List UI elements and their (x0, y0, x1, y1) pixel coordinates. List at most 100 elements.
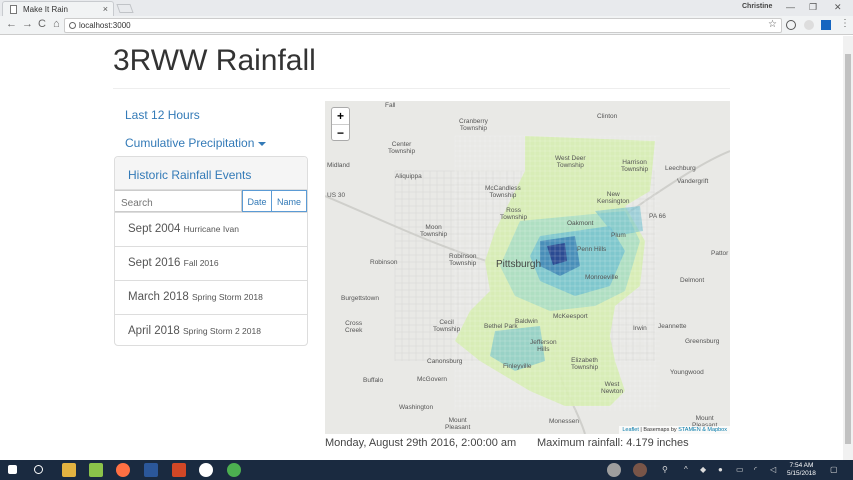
profile-name[interactable]: Christine (742, 3, 772, 10)
map-place-label: Harrison Township (621, 159, 649, 173)
map-place-label: McKeesport (553, 313, 588, 320)
powerpoint-icon[interactable] (172, 463, 186, 477)
last-12-hours-link[interactable]: Last 12 Hours (125, 108, 200, 122)
address-bar[interactable]: localhost:3000 ☆ (64, 18, 782, 33)
map-place-label: Midland (327, 162, 350, 169)
map-place-label: Washington (399, 404, 434, 411)
title-divider (113, 88, 730, 89)
map-place-label: Plum (611, 232, 626, 239)
browser-chrome: Make It Rain × Christine — ❐ ✕ ← → C ⌂ l… (0, 0, 853, 35)
tab-title: Make It Rain (23, 5, 68, 14)
map-place-label: Robinson (370, 259, 398, 266)
dropbox-icon[interactable]: ◆ (700, 465, 706, 474)
map-place-label: West Newton (601, 381, 624, 395)
tab-strip: Make It Rain × Christine — ❐ ✕ (0, 0, 853, 16)
chevron-up-icon[interactable]: ^ (684, 465, 688, 474)
page-icon (10, 5, 17, 14)
map-attribution: Leaflet | Basemaps by STAMEN & Mapbox (619, 426, 730, 434)
extension-icon[interactable] (786, 20, 796, 30)
tray-app-icon[interactable] (607, 463, 621, 477)
onedrive-icon[interactable]: ● (718, 465, 723, 474)
rainfall-map[interactable]: Fall Cranberry Township Clinton Center Town… (325, 101, 730, 434)
event-item[interactable]: March 2018 Spring Storm 2018 (115, 280, 307, 314)
page-scrollbar[interactable] (843, 36, 853, 460)
scrollbar-thumb[interactable] (845, 54, 851, 444)
max-rainfall-label: Maximum rainfall: 4.179 inches (537, 437, 689, 449)
map-place-label: McGovern (417, 376, 447, 383)
map-place-label: Monessen (549, 418, 579, 425)
map-place-label: Irwin (633, 325, 647, 332)
bookmark-star-icon[interactable]: ☆ (768, 19, 777, 30)
map-place-label: Moon Township (420, 224, 448, 238)
reload-icon[interactable]: C (38, 18, 46, 30)
chrome-icon[interactable] (227, 463, 241, 477)
zoom-in-button[interactable]: + (332, 108, 349, 124)
map-place-label: Jefferson Hills (530, 339, 557, 353)
maximize-icon[interactable]: ❐ (809, 2, 817, 13)
event-date: Sept 2004 (128, 223, 181, 235)
browser-tab[interactable]: Make It Rain × (2, 1, 114, 16)
map-place-label: US 30 (327, 192, 346, 199)
sort-date-button[interactable]: Date (242, 190, 272, 212)
timestamp-label: Monday, August 29th 2016, 2:00:00 am (325, 437, 517, 449)
file-explorer-icon[interactable] (62, 463, 76, 477)
map-place-label: New Kensington (597, 191, 630, 205)
zoom-out-button[interactable]: − (332, 124, 349, 140)
historic-events-panel: Historic Rainfall Events Date Name Sept … (114, 156, 308, 346)
windows-start-icon[interactable] (8, 465, 17, 474)
app-icon[interactable] (199, 463, 213, 477)
map-place-label: McCandless Township (485, 185, 521, 199)
forward-icon[interactable]: → (22, 18, 33, 30)
map-place-label: Delmont (680, 277, 705, 284)
map-place-label: Cross Creek (345, 320, 363, 334)
tray-app-icon[interactable] (633, 463, 647, 477)
browser-toolbar: ← → C ⌂ localhost:3000 ☆ ⋮ (0, 16, 853, 35)
close-tab-icon[interactable]: × (103, 4, 108, 14)
event-item[interactable]: Sept 2004 Hurricane Ivan (115, 212, 307, 246)
map-place-label: Leechburg (665, 165, 696, 172)
search-icon[interactable] (34, 465, 43, 474)
map-place-label: Bethel Park (484, 323, 518, 330)
cumulative-precipitation-dropdown[interactable]: Cumulative Precipitation (125, 136, 267, 150)
map-place-label: Mount Pleasant (445, 417, 471, 431)
map-place-label: Robinson Township (449, 253, 477, 267)
map-place-label: Cecil Township (433, 319, 461, 333)
volume-icon[interactable]: ◁ (770, 465, 776, 474)
word-icon[interactable] (144, 463, 158, 477)
provider-link[interactable]: STAMEN & Mapbox (678, 427, 727, 433)
menu-icon[interactable]: ⋮ (840, 18, 850, 29)
home-icon[interactable]: ⌂ (53, 18, 60, 30)
extension-icon[interactable] (821, 20, 831, 30)
map-place-label: Greensburg (685, 338, 720, 345)
map-place-label: Youngwood (670, 369, 704, 376)
new-tab-button[interactable] (116, 4, 134, 13)
search-input[interactable] (115, 190, 242, 212)
battery-icon[interactable]: ▭ (736, 465, 744, 474)
taskbar: ⚲ ^ ◆ ● ▭ ◜ ◁ 7:54 AM 5/15/2018 ▢ (0, 460, 853, 480)
close-window-icon[interactable]: ✕ (834, 2, 842, 13)
caret-down-icon (258, 141, 267, 146)
info-icon[interactable] (69, 22, 76, 29)
notifications-icon[interactable]: ▢ (830, 465, 838, 474)
historic-events-heading[interactable]: Historic Rainfall Events (115, 157, 307, 190)
people-icon[interactable]: ⚲ (662, 465, 668, 474)
app-icon[interactable] (89, 463, 103, 477)
event-name: Hurricane Ivan (183, 224, 239, 234)
extension-icon[interactable] (804, 20, 814, 30)
map-place-label: Buffalo (363, 377, 384, 384)
wifi-icon[interactable]: ◜ (754, 465, 757, 474)
map-place-label: Oakmont (567, 220, 594, 227)
event-name: Fall 2016 (183, 258, 219, 268)
map-place-label: Jeannette (658, 323, 687, 330)
clock-time: 7:54 AM (789, 462, 814, 469)
clock[interactable]: 7:54 AM 5/15/2018 (787, 462, 816, 478)
minimize-icon[interactable]: — (786, 2, 795, 12)
leaflet-link[interactable]: Leaflet (622, 427, 639, 433)
map-place-label: Pittsburgh (496, 259, 542, 270)
event-date: Sept 2016 (128, 257, 181, 269)
back-icon[interactable]: ← (6, 18, 17, 30)
firefox-icon[interactable] (116, 463, 130, 477)
event-item[interactable]: April 2018 Spring Storm 2 2018 (115, 314, 307, 348)
event-item[interactable]: Sept 2016 Fall 2016 (115, 246, 307, 280)
sort-name-button[interactable]: Name (272, 190, 307, 212)
